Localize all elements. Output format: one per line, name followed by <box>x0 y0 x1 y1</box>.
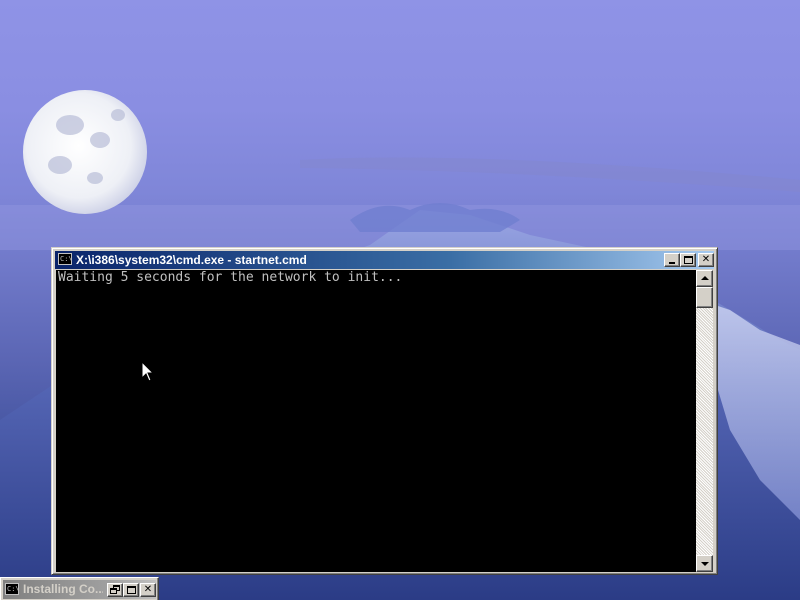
maximize-button[interactable] <box>680 253 696 267</box>
scroll-up-button[interactable] <box>696 270 713 287</box>
console-icon[interactable]: C:\ <box>5 583 19 595</box>
minimized-window-title: Installing Co... <box>23 582 103 596</box>
vertical-scrollbar[interactable] <box>696 270 713 572</box>
minimized-window-titlebar[interactable]: C:\ Installing Co... ✕ <box>3 580 156 599</box>
close-button[interactable]: ✕ <box>140 583 156 597</box>
console-window[interactable]: C:\ X:\i386\system32\cmd.exe - startnet.… <box>51 247 718 575</box>
minimize-icon <box>669 262 675 264</box>
console-output-area[interactable]: Waiting 5 seconds for the network to ini… <box>56 270 696 572</box>
minimize-button[interactable] <box>664 253 680 267</box>
console-window-titlebar[interactable]: C:\ X:\i386\system32\cmd.exe - startnet.… <box>55 251 714 269</box>
console-icon[interactable]: C:\ <box>58 253 72 265</box>
maximize-icon <box>684 256 693 264</box>
restore-button[interactable] <box>107 583 123 597</box>
arrow-up-icon <box>701 276 709 280</box>
console-window-title: X:\i386\system32\cmd.exe - startnet.cmd <box>76 253 307 267</box>
scroll-thumb[interactable] <box>696 287 713 308</box>
console-output-line: Waiting 5 seconds for the network to ini… <box>58 270 403 285</box>
minimized-window[interactable]: C:\ Installing Co... ✕ <box>0 577 159 600</box>
mouse-pointer-icon <box>141 361 155 382</box>
close-icon: ✕ <box>143 584 153 595</box>
close-button[interactable]: ✕ <box>698 253 714 267</box>
scroll-down-button[interactable] <box>696 555 713 572</box>
desktop: C:\ X:\i386\system32\cmd.exe - startnet.… <box>0 0 800 600</box>
close-icon: ✕ <box>701 254 711 265</box>
maximize-icon <box>127 586 136 594</box>
arrow-down-icon <box>701 562 709 566</box>
maximize-button[interactable] <box>123 583 139 597</box>
